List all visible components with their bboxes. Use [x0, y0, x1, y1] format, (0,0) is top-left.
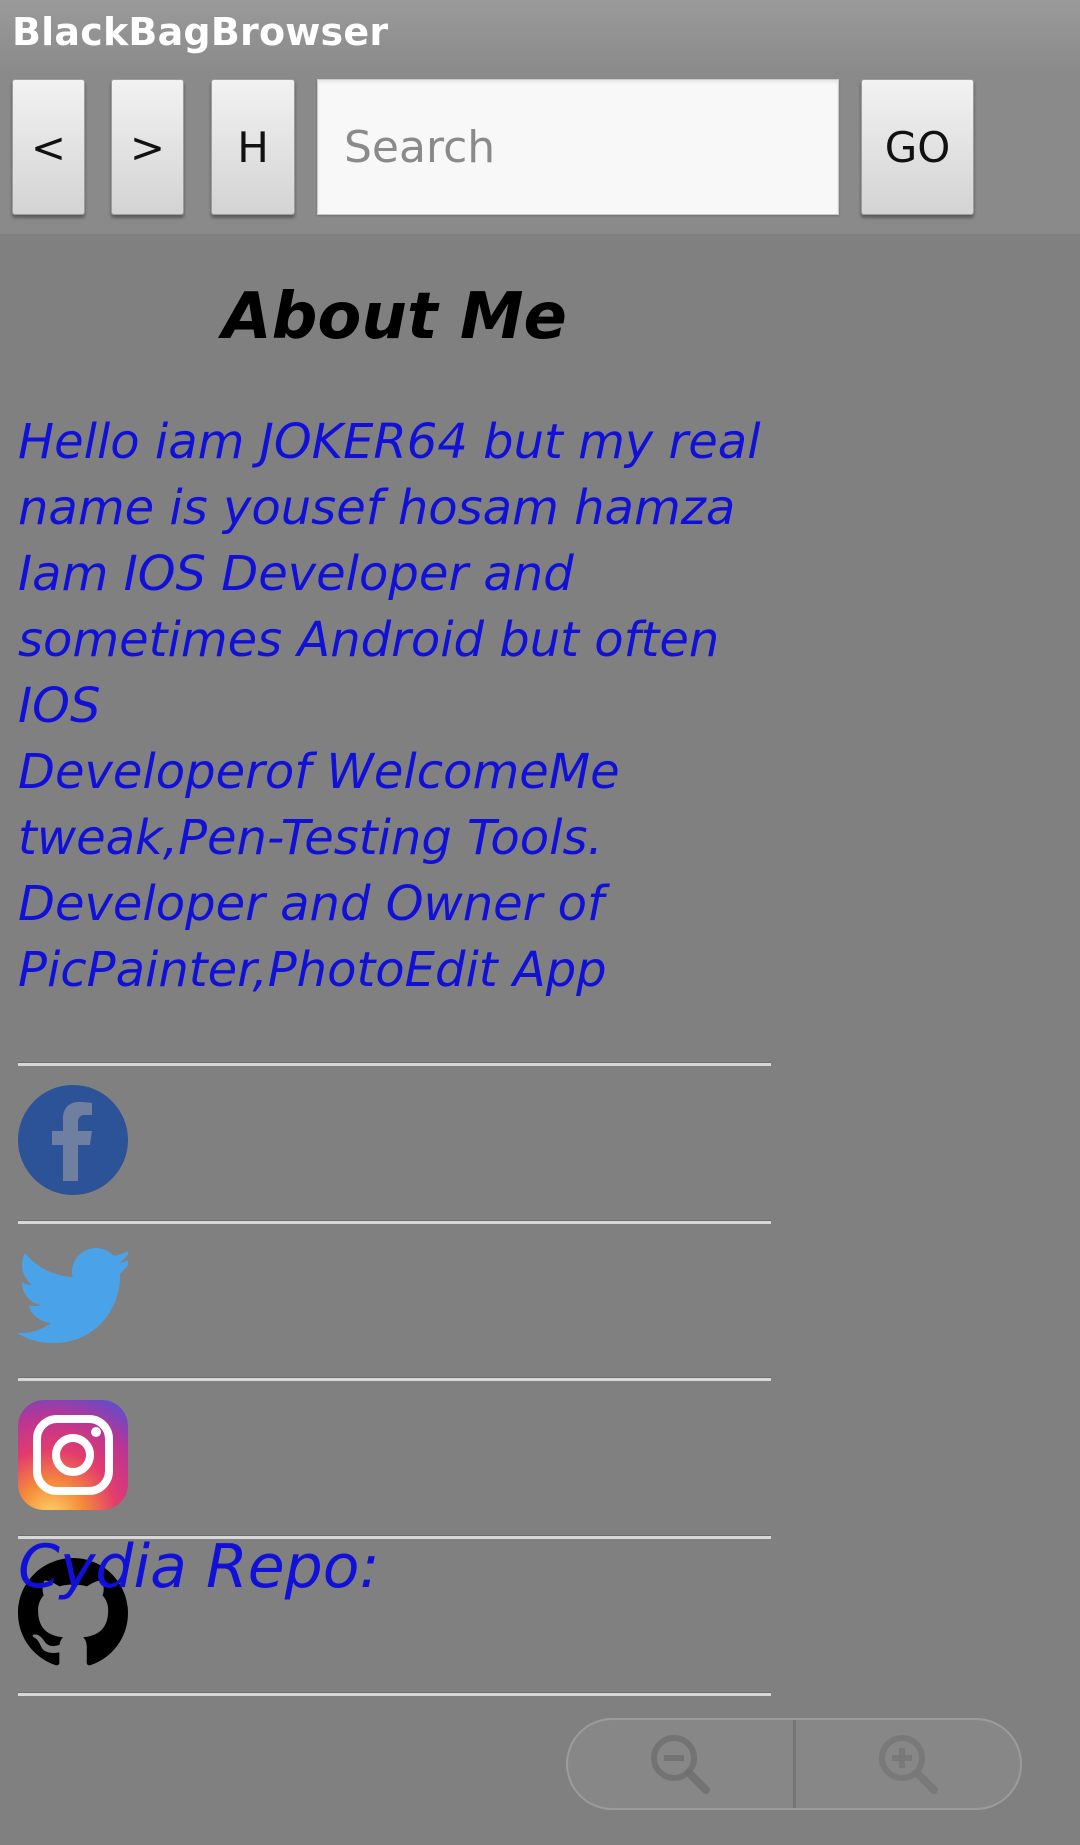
zoom-out-button[interactable]: [568, 1720, 793, 1808]
divider: [18, 1378, 771, 1381]
zoom-out-icon: [651, 1735, 711, 1794]
forward-button[interactable]: >: [111, 79, 184, 215]
divider: [18, 1693, 771, 1696]
zoom-in-button[interactable]: [796, 1720, 1021, 1808]
app-title: BlackBagBrowser: [12, 10, 389, 54]
about-line: Developer and Owner of PicPainter,PhotoE…: [18, 876, 607, 998]
facebook-icon[interactable]: [18, 1085, 128, 1195]
page-heading: About Me: [222, 280, 567, 354]
title-bar: BlackBagBrowser: [0, 0, 1080, 73]
zoom-in-icon: [878, 1735, 938, 1794]
home-button[interactable]: H: [211, 79, 295, 215]
search-input[interactable]: [317, 79, 839, 215]
about-line: Developerof WelcomeMe tweak,Pen-Testing …: [18, 744, 620, 866]
about-text: Hello iam JOKER64 but my real name is yo…: [18, 409, 788, 1003]
about-line: Iam IOS Developer and sometimes Android …: [18, 546, 720, 734]
back-button[interactable]: <: [12, 79, 85, 215]
instagram-icon[interactable]: [18, 1400, 128, 1510]
about-line: Hello iam JOKER64 but my real name is yo…: [18, 414, 761, 536]
cydia-repo-label: Cydia Repo:: [18, 1532, 380, 1602]
page-content: About Me Hello iam JOKER64 but my real n…: [0, 234, 1080, 1845]
twitter-icon[interactable]: [17, 1245, 132, 1355]
browser-toolbar: < > H GO: [0, 73, 1080, 234]
divider: [18, 1063, 771, 1066]
zoom-controls: [566, 1718, 1022, 1810]
divider: [18, 1221, 771, 1224]
go-button[interactable]: GO: [861, 79, 974, 215]
